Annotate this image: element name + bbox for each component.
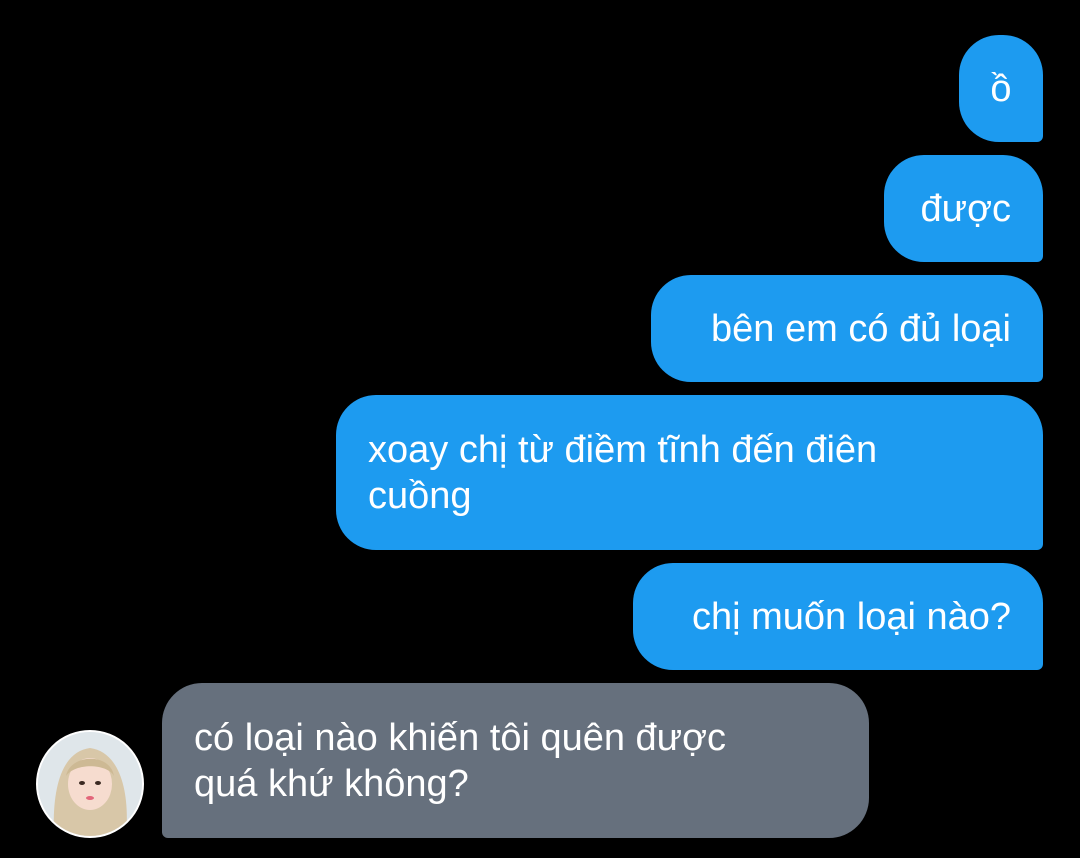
contact-avatar[interactable] bbox=[36, 730, 144, 838]
message-text: xoay chị từ điềm tĩnh đến điên cuồng bbox=[368, 428, 888, 517]
chat-thread: ồ được bên em có đủ loại xoay chị từ điề… bbox=[0, 0, 1080, 858]
message-text: ồ bbox=[990, 67, 1012, 110]
sent-message[interactable]: xoay chị từ điềm tĩnh đến điên cuồng bbox=[336, 395, 1043, 550]
avatar-image bbox=[38, 732, 142, 836]
message-text: có loại nào khiến tôi quên được quá khứ … bbox=[194, 716, 737, 805]
sent-message[interactable]: được bbox=[884, 155, 1043, 262]
message-text: chị muốn loại nào? bbox=[692, 595, 1011, 638]
received-message[interactable]: có loại nào khiến tôi quên được quá khứ … bbox=[162, 683, 869, 838]
message-text: bên em có đủ loại bbox=[711, 307, 1011, 350]
sent-message[interactable]: ồ bbox=[959, 35, 1043, 142]
sent-message[interactable]: chị muốn loại nào? bbox=[633, 563, 1043, 670]
message-text: được bbox=[920, 187, 1012, 230]
sent-message[interactable]: bên em có đủ loại bbox=[651, 275, 1043, 382]
